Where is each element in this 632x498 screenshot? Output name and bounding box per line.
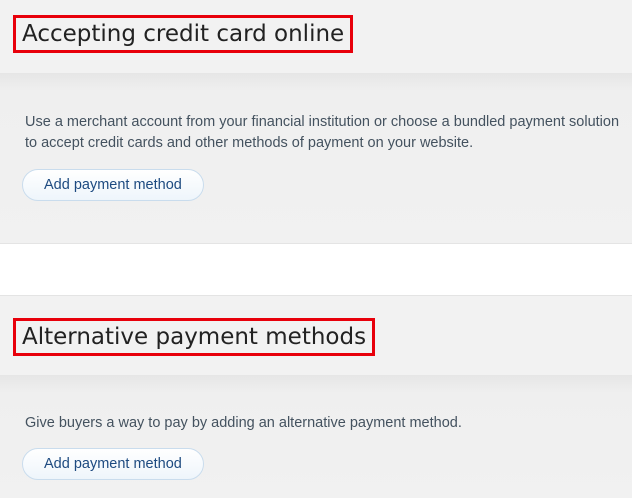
alternative-section-body: Give buyers a way to pay by adding an al…	[0, 375, 632, 498]
credit-card-section-title: Accepting credit card online	[13, 15, 354, 53]
add-alternative-payment-method-button[interactable]: Add payment method	[22, 448, 204, 480]
add-credit-card-payment-method-button[interactable]: Add payment method	[22, 169, 204, 201]
section-divider	[0, 243, 632, 296]
alternative-section-title: Alternative payment methods	[13, 318, 376, 356]
credit-card-section-body: Use a merchant account from your financi…	[0, 73, 632, 244]
credit-card-section-description: Use a merchant account from your financi…	[25, 114, 620, 151]
alternative-section-description: Give buyers a way to pay by adding an al…	[25, 415, 462, 431]
